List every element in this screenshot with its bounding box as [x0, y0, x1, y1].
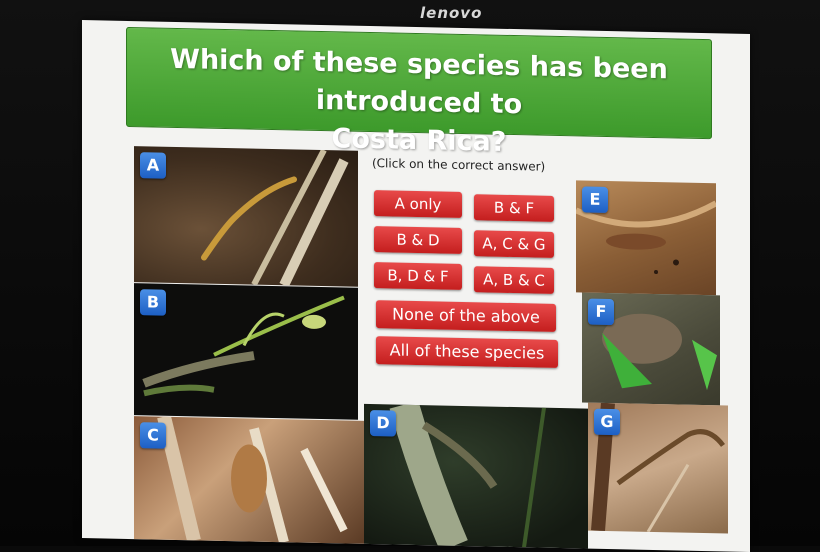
- photo-label-f: F: [588, 298, 614, 326]
- photo-label-b: B: [140, 289, 166, 316]
- photo-label-a: A: [140, 152, 166, 179]
- answer-b-and-d-button[interactable]: B & D: [374, 226, 462, 254]
- answer-all-button[interactable]: All of these species: [376, 336, 558, 368]
- question-line-1: Which of these species has been introduc…: [170, 43, 668, 121]
- answer-a-b-c-button[interactable]: A, B & C: [474, 266, 554, 294]
- answer-b-and-f-button[interactable]: B & F: [474, 194, 554, 222]
- question-banner: Which of these species has been introduc…: [126, 26, 712, 158]
- species-photo-g[interactable]: G: [588, 402, 728, 534]
- anole-on-vine-image: [142, 295, 345, 397]
- species-photo-f[interactable]: F: [582, 292, 720, 406]
- monitor-brand-logo: lenovo: [420, 4, 483, 22]
- photo-label-e: E: [582, 186, 608, 214]
- salamander-image: [201, 148, 349, 287]
- answer-a-c-g-button[interactable]: A, C & G: [474, 230, 554, 258]
- lizard-on-branch-image: [389, 403, 546, 549]
- instruction-text: (Click on the correct answer): [372, 156, 546, 174]
- species-photo-d[interactable]: D: [364, 403, 588, 549]
- species-photo-b[interactable]: B: [134, 283, 358, 420]
- lizard-on-leaves-image: [157, 416, 348, 544]
- answer-b-d-f-button[interactable]: B, D & F: [374, 262, 462, 290]
- quiz-slide: Which of these species has been introduc…: [82, 20, 750, 552]
- species-photo-c[interactable]: C: [134, 416, 364, 544]
- answer-a-only-button[interactable]: A only: [374, 190, 462, 218]
- species-photo-a[interactable]: A: [134, 146, 358, 287]
- photo-label-d: D: [370, 410, 396, 437]
- photo-label-g: G: [594, 408, 620, 436]
- answer-none-button[interactable]: None of the above: [376, 300, 556, 332]
- photo-label-c: C: [140, 422, 166, 449]
- species-photo-e[interactable]: E: [576, 180, 716, 296]
- monitor-bezel: lenovo Which of these species has been i…: [0, 0, 820, 552]
